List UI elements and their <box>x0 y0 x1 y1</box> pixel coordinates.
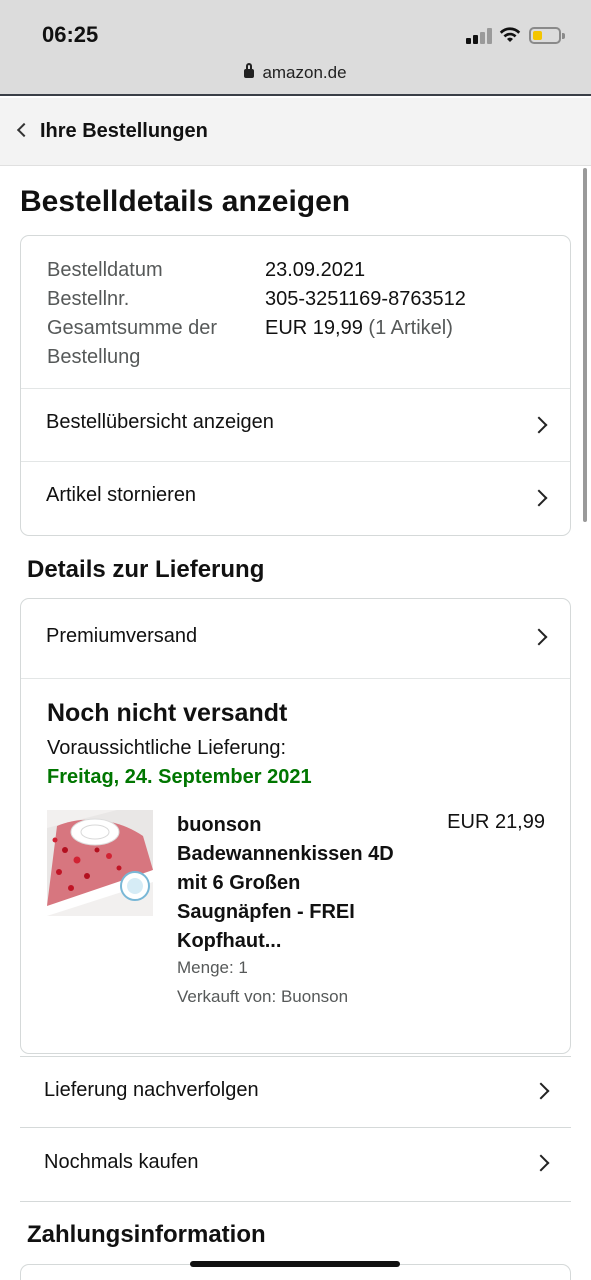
chevron-right-icon <box>530 489 548 507</box>
order-number-value: 305-3251169-8763512 <box>265 288 466 310</box>
track-package-label: Lieferung nachverfolgen <box>44 1079 259 1101</box>
order-date-value: 23.09.2021 <box>265 259 366 281</box>
product-image[interactable] <box>47 810 153 916</box>
url-bar[interactable]: amazon.de <box>0 63 591 83</box>
divider <box>21 678 570 679</box>
delivery-details-heading: Details zur Lieferung <box>27 556 265 583</box>
shipping-method-label: Premiumversand <box>46 625 198 647</box>
chevron-left-icon <box>16 122 32 138</box>
back-navigation[interactable]: Ihre Bestellungen <box>0 98 591 166</box>
product-title-line: Badewannenkissen 4D <box>177 843 394 865</box>
buy-again-label: Nochmals kaufen <box>44 1151 199 1173</box>
product-price: EUR 21,99 <box>447 811 545 833</box>
order-total-label-line2: Bestellung <box>47 346 141 368</box>
product-title-line: mit 6 Großen <box>177 872 301 894</box>
product-title-line: Kopfhaut... <box>177 930 282 952</box>
chevron-right-icon <box>532 1154 550 1172</box>
track-package-link[interactable]: Lieferung nachverfolgen <box>20 1056 571 1128</box>
order-total-value: EUR 19,99 (1 Artikel) <box>265 314 453 343</box>
scrollbar[interactable] <box>583 168 587 522</box>
home-indicator[interactable] <box>190 1261 400 1267</box>
shipping-method-link[interactable]: Premiumversand <box>21 599 570 678</box>
chevron-right-icon <box>530 628 548 646</box>
estimated-delivery-date: Freitag, 24. September 2021 <box>47 766 312 788</box>
status-bar: 06:25 amazon.de <box>0 0 591 96</box>
order-item-count: (1 Artikel) <box>368 317 453 339</box>
back-link[interactable]: Ihre Bestellungen <box>40 120 208 143</box>
status-time: 06:25 <box>42 22 99 47</box>
delivery-card: Premiumversand Noch nicht versandt Vorau… <box>20 598 571 1054</box>
url-text: amazon.de <box>262 63 347 82</box>
order-date-label: Bestelldatum <box>47 259 163 281</box>
estimated-delivery-label: Voraussichtliche Lieferung: <box>47 737 287 759</box>
shipment-status: Noch nicht versandt <box>47 699 288 727</box>
order-number-label: Bestellnr. <box>47 288 130 310</box>
product-seller: Verkauft von: Buonson <box>177 987 349 1006</box>
product-title-line: buonson <box>177 814 262 836</box>
order-overview-label: Bestellübersicht anzeigen <box>46 411 274 433</box>
page-title: Bestelldetails anzeigen <box>20 185 351 218</box>
battery-icon <box>529 27 565 44</box>
order-overview-link[interactable]: Bestellübersicht anzeigen <box>21 389 570 461</box>
order-summary-card: Bestelldatum 23.09.2021 Bestellnr. 305-3… <box>20 235 571 536</box>
product-title-line: Saugnäpfen - FREI <box>177 901 355 923</box>
cancel-items-label: Artikel stornieren <box>46 484 197 506</box>
chevron-right-icon <box>532 1082 550 1100</box>
cellular-signal-icon <box>466 28 494 44</box>
wifi-icon <box>499 27 521 42</box>
buy-again-link[interactable]: Nochmals kaufen <box>20 1129 571 1202</box>
product-title-link[interactable]: buonson Badewannenkissen 4D mit 6 Großen… <box>177 811 417 956</box>
lock-icon <box>244 63 255 78</box>
cancel-items-link[interactable]: Artikel stornieren <box>21 462 570 535</box>
order-total-label-line1: Gesamtsumme der <box>47 317 218 339</box>
product-photo <box>47 810 153 916</box>
payment-info-heading: Zahlungsinformation <box>27 1221 266 1248</box>
chevron-right-icon <box>530 416 548 434</box>
product-quantity: Menge: 1 <box>177 958 248 977</box>
order-total-amount: EUR 19,99 <box>265 317 363 339</box>
